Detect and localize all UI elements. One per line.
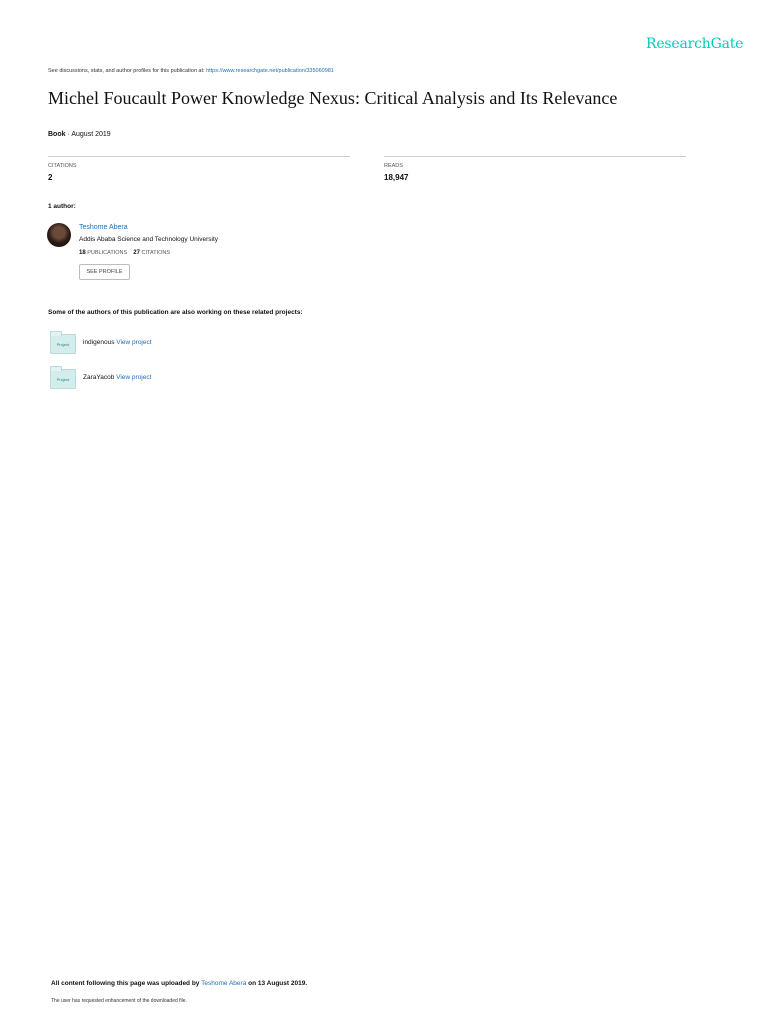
researchgate-logo[interactable]: ResearchGate bbox=[646, 36, 743, 52]
author-stats: 18 PUBLICATIONS 27 CITATIONS bbox=[79, 250, 170, 256]
publication-date: August 2019 bbox=[71, 131, 111, 138]
author-name-link[interactable]: Teshome Abera bbox=[79, 224, 128, 231]
citations-value: 2 bbox=[48, 173, 53, 182]
project-icon-label: Project bbox=[56, 342, 70, 347]
publication-meta: Book · August 2019 bbox=[48, 131, 111, 138]
project-folder-icon: Project bbox=[50, 366, 76, 389]
author-publications-count: 18 bbox=[79, 250, 86, 256]
reads-label: READS bbox=[384, 163, 403, 169]
upload-notice: All content following this page was uplo… bbox=[51, 980, 307, 987]
view-project-link[interactable]: View project bbox=[116, 374, 151, 381]
project-icon-label: Project bbox=[56, 377, 70, 382]
publication-type: Book bbox=[48, 131, 66, 138]
related-projects-heading: Some of the authors of this publication … bbox=[48, 309, 303, 316]
view-project-link[interactable]: View project bbox=[116, 339, 151, 346]
author-publications-label: PUBLICATIONS bbox=[87, 250, 128, 256]
author-avatar[interactable] bbox=[47, 223, 71, 247]
author-citations-label: CITATIONS bbox=[141, 250, 171, 256]
see-discussions-text: See discussions, stats, and author profi… bbox=[48, 68, 205, 74]
project-item: ZaraYacob View project bbox=[83, 374, 151, 381]
citations-divider bbox=[48, 156, 350, 157]
enhancement-note: The user has requested enhancement of th… bbox=[51, 998, 187, 1004]
upload-prefix: All content following this page was uplo… bbox=[51, 980, 200, 987]
project-item: indigenous View project bbox=[83, 339, 152, 346]
see-profile-button[interactable]: SEE PROFILE bbox=[79, 264, 130, 280]
upload-suffix: on 13 August 2019. bbox=[248, 980, 308, 987]
publication-url-link[interactable]: https://www.researchgate.net/publication… bbox=[206, 68, 334, 74]
project-name: ZaraYacob bbox=[83, 374, 115, 381]
uploader-link[interactable]: Teshome Abera bbox=[201, 980, 246, 987]
authors-heading: 1 author: bbox=[48, 203, 76, 210]
author-institution: Addis Ababa Science and Technology Unive… bbox=[79, 236, 218, 243]
project-name: indigenous bbox=[83, 339, 115, 346]
author-citations-count: 27 bbox=[133, 250, 140, 256]
citations-label: CITATIONS bbox=[48, 163, 77, 169]
project-folder-icon: Project bbox=[50, 331, 76, 354]
reads-divider bbox=[384, 156, 686, 157]
see-discussions-line: See discussions, stats, and author profi… bbox=[48, 68, 334, 74]
reads-value: 18,947 bbox=[384, 173, 409, 182]
publication-title: Michel Foucault Power Knowledge Nexus: C… bbox=[48, 88, 618, 108]
